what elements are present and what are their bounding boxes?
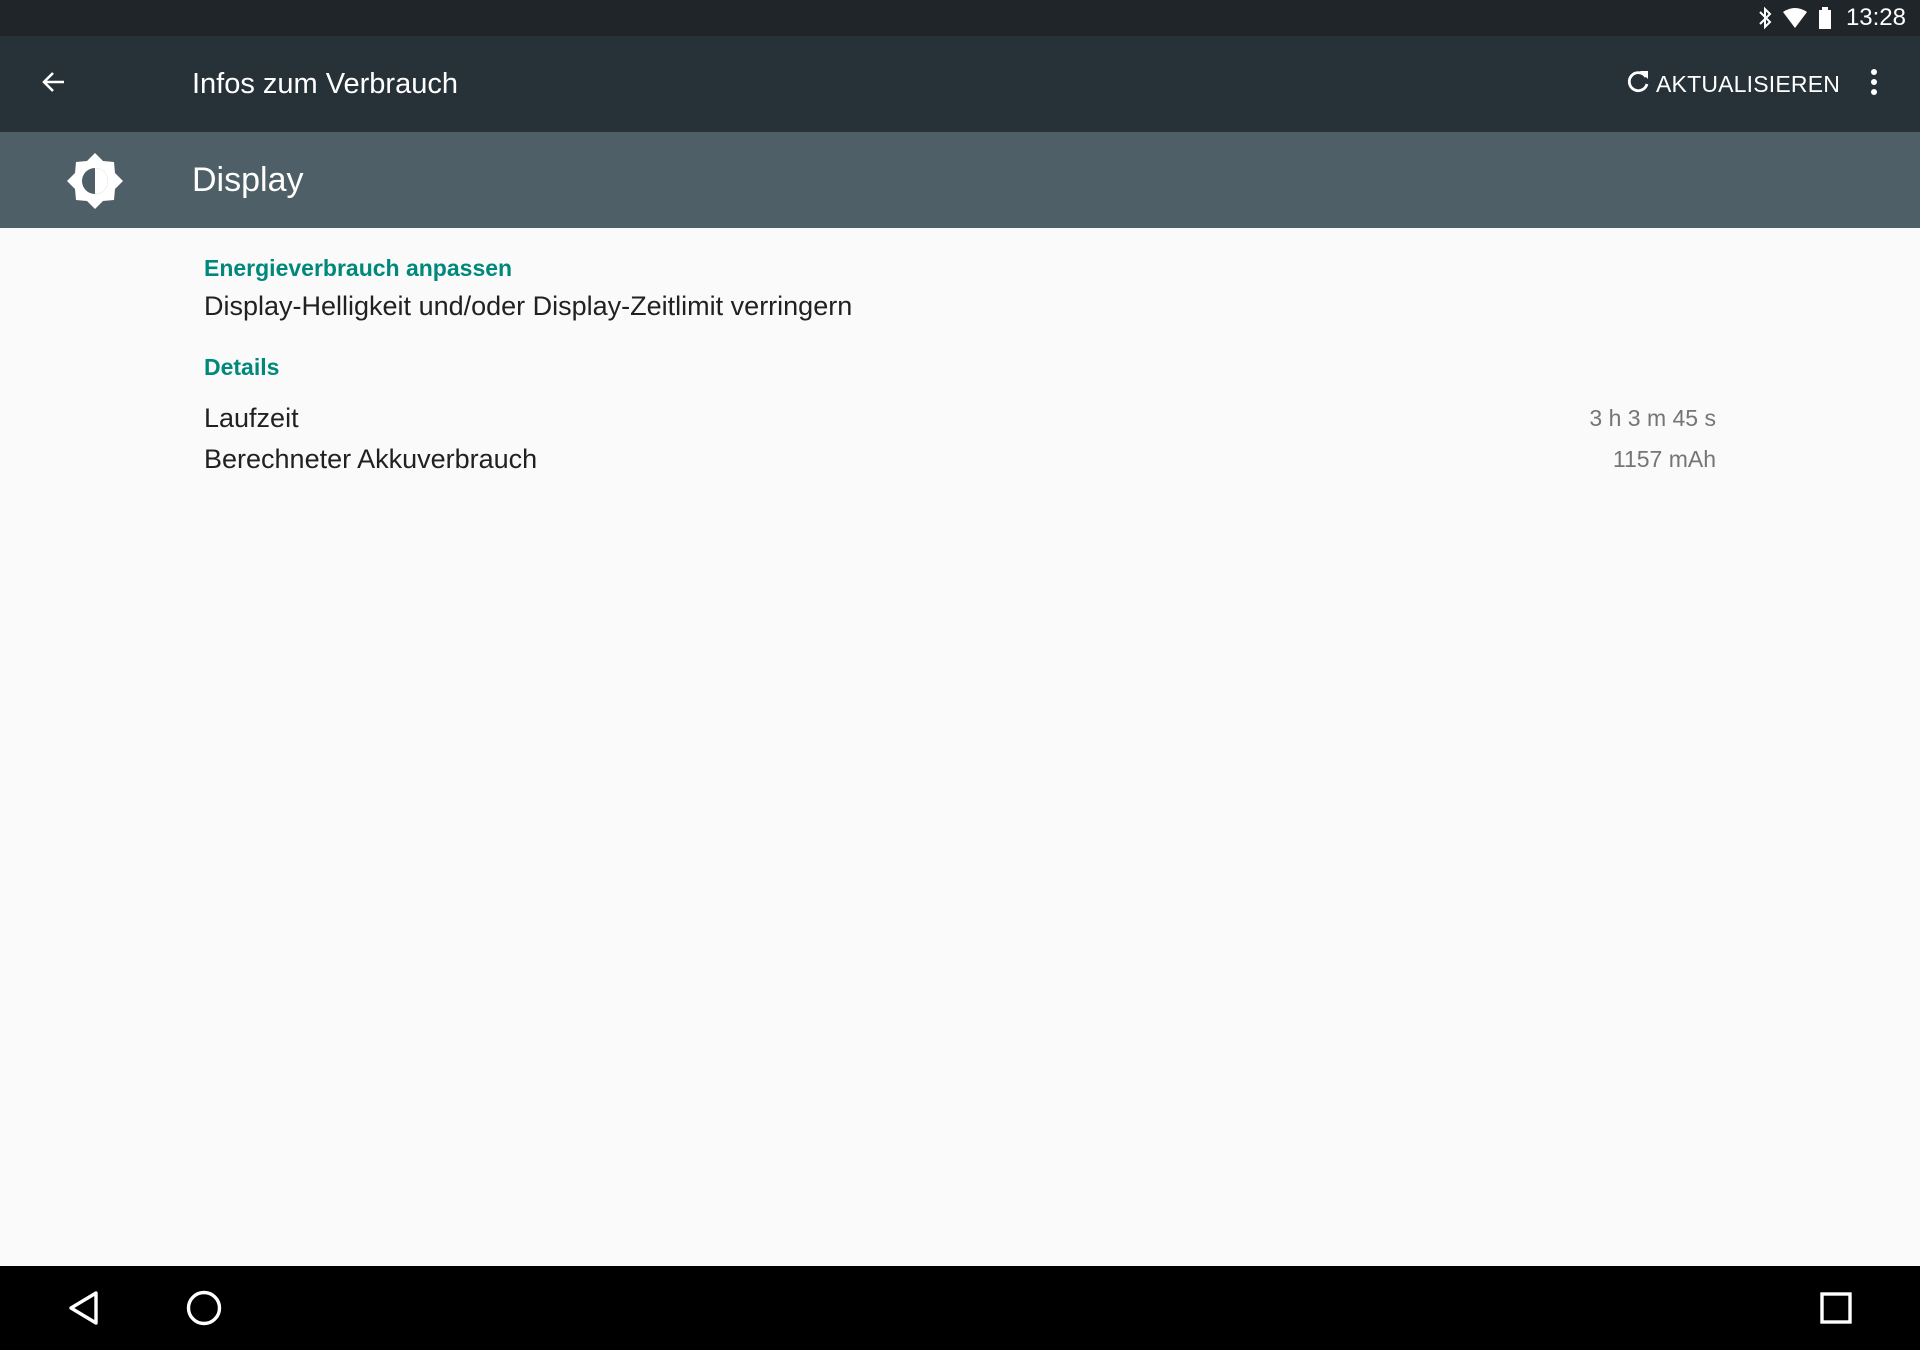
nav-back-button[interactable] [54, 1280, 114, 1340]
detail-label: Laufzeit [204, 403, 299, 433]
refresh-label: AKTUALISIEREN [1656, 70, 1841, 97]
nav-recents-icon [1819, 1291, 1853, 1330]
status-icons: 13:28 [1758, 0, 1906, 36]
brightness-icon [66, 152, 124, 210]
tune-section-header: Energieverbrauch anpassen [204, 255, 513, 281]
wifi-icon [1782, 7, 1808, 29]
app-header: Display [0, 132, 1920, 228]
details-section-header: Details [204, 354, 280, 380]
detail-row-runtime: Laufzeit 3 h 3 m 45 s [204, 403, 1716, 443]
header-title: Display [192, 161, 304, 199]
detail-value: 1157 mAh [1612, 446, 1716, 472]
nav-recents-button[interactable] [1806, 1280, 1866, 1340]
nav-back-icon [67, 1290, 101, 1331]
detail-label: Berechneter Akkuverbrauch [204, 444, 538, 474]
detail-row-battery-usage: Berechneter Akkuverbrauch 1157 mAh [204, 444, 1716, 484]
navigation-bar [0, 1266, 1920, 1350]
back-arrow-icon [40, 68, 68, 101]
toolbar: Infos zum Verbrauch AKTUALISIEREN [0, 36, 1920, 132]
tune-suggestion[interactable]: Display-Helligkeit und/oder Display-Zeit… [204, 291, 852, 322]
back-button[interactable] [30, 60, 78, 108]
nav-home-icon [185, 1289, 223, 1332]
more-vert-icon [1870, 68, 1878, 101]
nav-home-button[interactable] [174, 1280, 234, 1340]
detail-value: 3 h 3 m 45 s [1589, 405, 1716, 431]
status-bar: 13:28 [0, 0, 1920, 36]
page-title: Infos zum Verbrauch [192, 68, 458, 100]
bluetooth-icon [1758, 6, 1772, 30]
battery-icon [1818, 6, 1832, 30]
more-options-button[interactable] [1856, 60, 1892, 108]
refresh-button[interactable]: AKTUALISIEREN [1624, 62, 1840, 106]
refresh-icon [1624, 68, 1652, 101]
status-time: 13:28 [1845, 4, 1906, 31]
